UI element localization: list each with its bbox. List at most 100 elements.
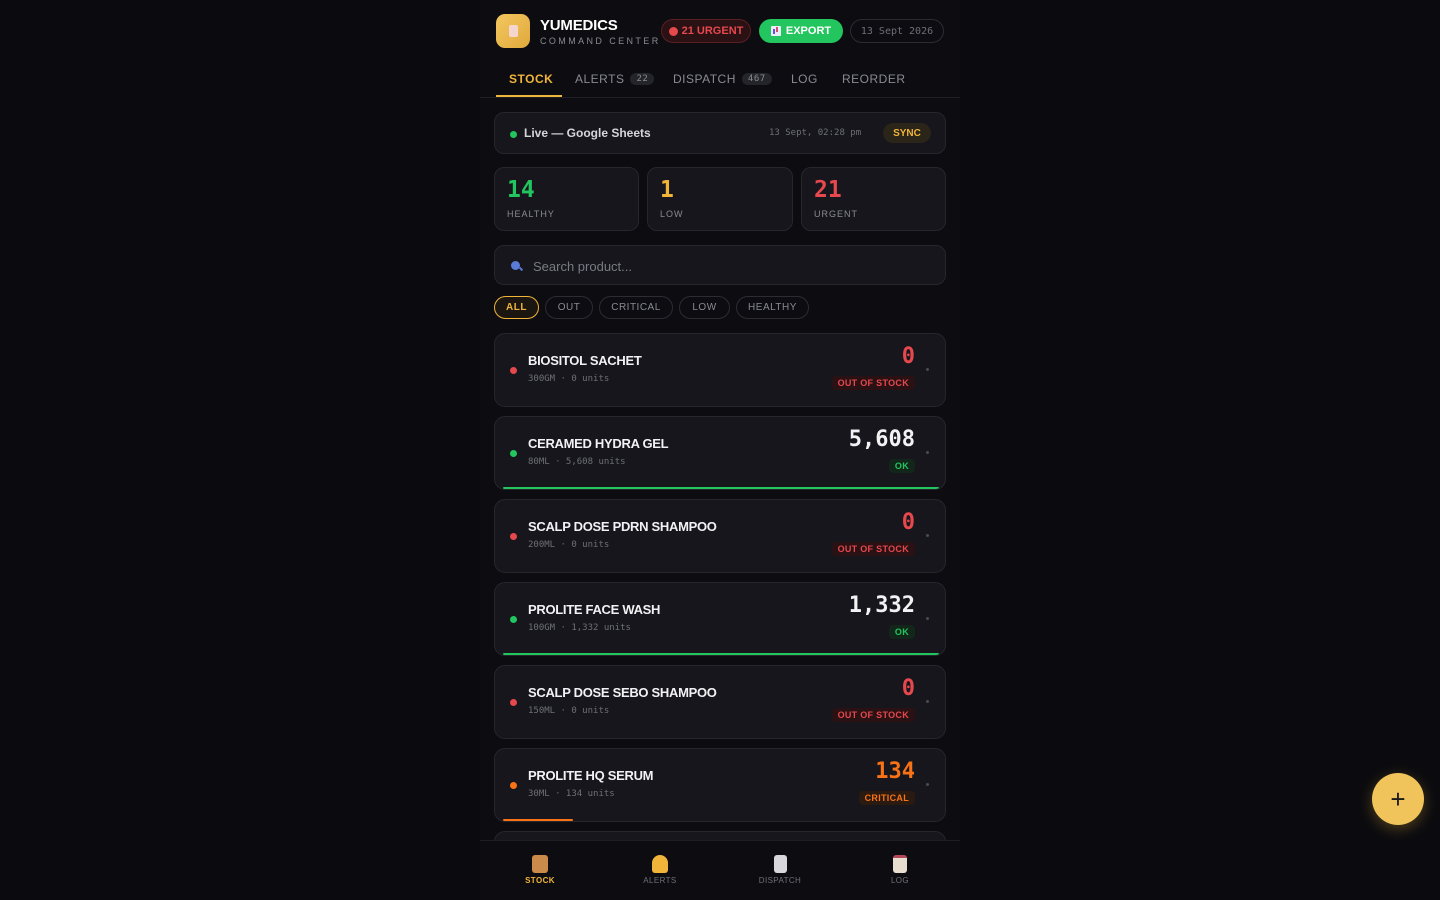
- product-quantity: 1,332: [848, 593, 915, 618]
- status-badge: OUT OF STOCK: [831, 708, 915, 722]
- brand-logo-icon: [496, 14, 530, 48]
- product-card[interactable]: BIOSITOL SACHET 300GM · 0 units 0 OUT OF ST…: [494, 333, 946, 407]
- filter-chip-critical[interactable]: CRITICAL: [599, 296, 673, 319]
- tab-dispatch[interactable]: DISPATCH 467: [673, 72, 772, 86]
- product-card[interactable]: SCALP DOSE SEBO SHAMPOO 150ML · 0 units 0 O…: [494, 665, 946, 739]
- product-meta: 200ML · 0 units: [528, 540, 610, 550]
- export-button[interactable]: EXPORT: [759, 19, 843, 43]
- product-name: PROLITE FACE WASH: [528, 602, 661, 617]
- nav-log[interactable]: LOG: [860, 855, 940, 885]
- stat-label: URGENT: [814, 209, 858, 219]
- product-quantity: 0: [901, 344, 915, 369]
- live-status-dot-icon: [510, 131, 517, 138]
- tab-label: LOG: [791, 72, 818, 86]
- tab-stock[interactable]: STOCK: [509, 72, 553, 86]
- urgent-badge-label: 21 URGENT: [681, 25, 744, 37]
- urgent-badge[interactable]: 21 URGENT: [661, 19, 751, 43]
- stat-value: 1: [660, 177, 674, 203]
- chart-icon: [770, 26, 781, 36]
- filter-chip-low[interactable]: LOW: [679, 296, 730, 319]
- stat-label: HEALTHY: [507, 209, 555, 219]
- nav-label: STOCK: [525, 876, 555, 885]
- expand-indicator-icon: [926, 534, 929, 537]
- sync-timestamp: 13 Sept, 02:28 pm: [769, 128, 862, 138]
- product-card[interactable]: CERAMED HYDRA GEL 80ML · 5,608 units 5,608…: [494, 416, 946, 490]
- nav-label: LOG: [890, 876, 910, 885]
- nav-alerts[interactable]: ALERTS: [620, 855, 700, 885]
- app-header: YUMEDICS COMMAND CENTER 21 URGENT EXPORT…: [496, 14, 944, 48]
- bell-icon: [652, 855, 668, 873]
- product-card[interactable]: PROLITE FACE WASH 100GM · 1,332 units 1,33…: [494, 582, 946, 656]
- brand-title: YUMEDICS: [540, 17, 618, 34]
- stat-value: 21: [814, 177, 842, 203]
- sync-status-bar: Live — Google Sheets 13 Sept, 02:28 pm S…: [494, 112, 946, 154]
- tab-count-badge: 467: [741, 73, 772, 85]
- search-input[interactable]: [533, 255, 933, 277]
- stat-label: LOW: [660, 209, 684, 219]
- filter-chip-all[interactable]: ALL: [494, 296, 539, 319]
- tab-label: DISPATCH: [673, 72, 736, 86]
- expand-indicator-icon: [926, 451, 929, 454]
- product-name: BIOSITOL SACHET: [528, 353, 642, 368]
- status-dot-icon: [510, 367, 517, 374]
- date-badge: 13 Sept 2026: [850, 19, 944, 43]
- status-badge: OK: [888, 625, 915, 639]
- nav-dispatch[interactable]: DISPATCH: [740, 855, 820, 885]
- expand-indicator-icon: [926, 700, 929, 703]
- expand-indicator-icon: [926, 617, 929, 620]
- tab-reorder[interactable]: REORDER: [842, 72, 906, 86]
- filter-chip-healthy[interactable]: HEALTHY: [736, 296, 809, 319]
- stat-value: 14: [507, 177, 535, 203]
- status-badge: OUT OF STOCK: [831, 376, 915, 390]
- tab-bar: STOCK ALERTS 22 DISPATCH 467 LOG REORDER: [480, 60, 960, 98]
- stock-level-bar: [503, 819, 573, 821]
- tab-label: ALERTS: [575, 72, 625, 86]
- brand-subtitle: COMMAND CENTER: [540, 36, 661, 46]
- sync-source-label: Live — Google Sheets: [524, 126, 651, 140]
- product-meta: 30ML · 134 units: [528, 789, 615, 799]
- product-card[interactable]: SCALP DOSE PDRN SHAMPOO 200ML · 0 units 0 O…: [494, 499, 946, 573]
- product-card[interactable]: [494, 831, 946, 840]
- filter-chip-out[interactable]: OUT: [545, 296, 593, 319]
- nav-stock[interactable]: STOCK: [500, 855, 580, 885]
- status-badge: OK: [888, 459, 915, 473]
- product-name: PROLITE HQ SERUM: [528, 768, 654, 783]
- status-badge: CRITICAL: [858, 791, 915, 805]
- stat-card-urgent[interactable]: 21 URGENT: [801, 167, 946, 231]
- tab-log[interactable]: LOG: [791, 72, 818, 86]
- package-icon: [532, 855, 548, 873]
- tab-label: STOCK: [509, 72, 554, 86]
- tab-alerts[interactable]: ALERTS 22: [575, 72, 655, 86]
- mobile-app-frame: YUMEDICS COMMAND CENTER 21 URGENT EXPORT…: [480, 0, 960, 900]
- product-quantity: 5,608: [848, 427, 915, 452]
- status-badge: OUT OF STOCK: [831, 542, 915, 556]
- tab-label: REORDER: [842, 72, 906, 86]
- product-meta: 100GM · 1,332 units: [528, 623, 631, 633]
- status-dot-icon: [510, 533, 517, 540]
- expand-indicator-icon: [926, 368, 929, 371]
- sync-button[interactable]: SYNC: [883, 123, 931, 143]
- receipt-icon: [773, 855, 787, 873]
- product-meta: 300GM · 0 units: [528, 374, 610, 384]
- product-quantity: 0: [901, 510, 915, 535]
- product-list: BIOSITOL SACHET 300GM · 0 units 0 OUT OF ST…: [480, 333, 960, 840]
- product-meta: 80ML · 5,608 units: [528, 457, 626, 467]
- search-icon: [511, 261, 520, 270]
- stat-card-healthy[interactable]: 14 HEALTHY: [494, 167, 639, 231]
- tab-count-badge: 22: [630, 73, 655, 85]
- add-item-button[interactable]: +: [1372, 773, 1424, 825]
- stat-card-low[interactable]: 1 LOW: [647, 167, 793, 231]
- search-box: [494, 245, 946, 285]
- product-name: SCALP DOSE PDRN SHAMPOO: [528, 519, 717, 534]
- product-name: SCALP DOSE SEBO SHAMPOO: [528, 685, 717, 700]
- active-tab-indicator: [496, 95, 562, 97]
- product-name: CERAMED HYDRA GEL: [528, 436, 669, 451]
- status-dot-icon: [510, 782, 517, 789]
- bottom-navigation: STOCK ALERTS DISPATCH LOG: [480, 840, 960, 900]
- nav-label: DISPATCH: [758, 876, 802, 885]
- expand-indicator-icon: [926, 783, 929, 786]
- product-card[interactable]: PROLITE HQ SERUM 30ML · 134 units 134 CRITI…: [494, 748, 946, 822]
- status-dot-icon: [510, 450, 517, 457]
- clipboard-icon: [893, 855, 907, 873]
- product-quantity: 134: [875, 759, 915, 784]
